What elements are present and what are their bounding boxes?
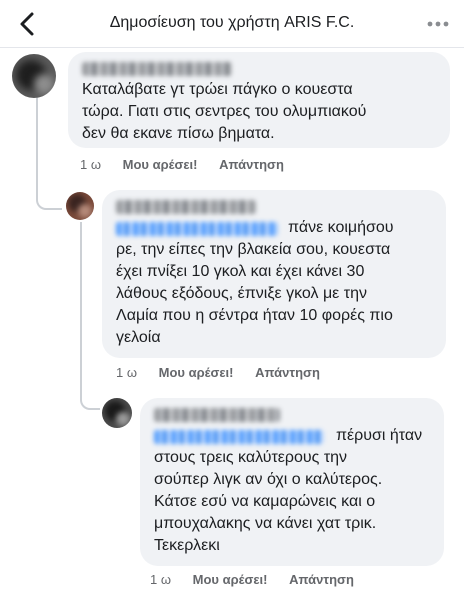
reply-button[interactable]: Απάντηση: [289, 572, 354, 587]
comment-actions: 1 ω Μου αρέσει! Απάντηση: [150, 572, 372, 587]
comment-text-line: δεν θα εκανε πίσω βηματα.: [82, 125, 275, 142]
comment-bubble[interactable]: πάνε κοιμήσου ρε, την είπες την βλακεία …: [102, 190, 446, 358]
more-options-button[interactable]: [426, 14, 450, 34]
comment-time: 1 ω: [116, 365, 137, 380]
avatar[interactable]: [12, 54, 56, 98]
thread-line: [80, 222, 100, 410]
reply-button[interactable]: Απάντηση: [255, 365, 320, 380]
comment-text-line: ρε, την είπες την βλακεία σου, κουεστα: [116, 241, 391, 258]
chevron-left-icon: [20, 12, 34, 36]
commenter-name-redacted[interactable]: [154, 408, 280, 422]
mentioned-user-link-redacted[interactable]: [154, 430, 324, 444]
comment-actions: 1 ω Μου αρέσει! Απάντηση: [116, 365, 338, 380]
avatar[interactable]: [102, 398, 132, 428]
comment-text-line: πέρυσι ήταν: [336, 427, 423, 444]
more-horizontal-icon: [427, 21, 449, 27]
comment-text-line: λάθους εξόδους, έπνιξε γκολ με την: [116, 285, 367, 302]
comment-text-line: Λαμία που η σέντρα ήταν 10 φορές πιο: [116, 307, 393, 324]
page-title: Δημοσίευση του χρήστη ARIS F.C.: [109, 14, 355, 31]
comment-actions: 1 ω Μου αρέσει! Απάντηση: [80, 157, 302, 172]
reply-button[interactable]: Απάντηση: [219, 157, 284, 172]
comment-text-line: πάνε κοιμήσου: [288, 219, 394, 236]
comment-text-line: Κάτσε εσύ να καμαρώνεις και ο: [154, 493, 376, 510]
comment-text-line: σούπερ λιγκ αν όχι ο καλύτερος.: [154, 471, 383, 488]
comment-time: 1 ω: [80, 157, 101, 172]
comment-time: 1 ω: [150, 572, 171, 587]
like-button[interactable]: Μου αρέσει!: [123, 157, 198, 172]
comment-bubble[interactable]: Καταλάβατε γτ τρώει πάγκο ο κουεστα τώρα…: [68, 52, 450, 148]
top-bar: Δημοσίευση του χρήστη ARIS F.C.: [0, 0, 464, 48]
commenter-name-redacted[interactable]: [82, 62, 232, 76]
comment-bubble[interactable]: πέρυσι ήταν στους τρεις καλύτερους την σ…: [140, 398, 444, 566]
comment-text-line: Τεκερλεκι: [154, 537, 220, 554]
thread-line: [36, 88, 62, 210]
like-button[interactable]: Μου αρέσει!: [193, 572, 268, 587]
avatar[interactable]: [66, 192, 94, 220]
mentioned-user-link-redacted[interactable]: [116, 222, 278, 236]
back-button[interactable]: [14, 10, 42, 38]
commenter-name-redacted[interactable]: [116, 200, 256, 214]
like-button[interactable]: Μου αρέσει!: [159, 365, 234, 380]
comment-text-line: γελοία: [116, 329, 161, 346]
comment-text-line: Καταλάβατε γτ τρώει πάγκο ο κουεστα: [82, 81, 353, 98]
comment-text-line: έχει πνίξει 10 γκολ και έχει κάνει 30: [116, 263, 365, 280]
comment-text-line: τώρα. Γιατι στις σεντρες του ολυμπιακού: [82, 103, 367, 120]
comment-text-line: στους τρεις καλύτερους την: [154, 449, 348, 466]
comment-text-line: μπουχαλακης να κάνει χατ τρικ.: [154, 515, 377, 532]
